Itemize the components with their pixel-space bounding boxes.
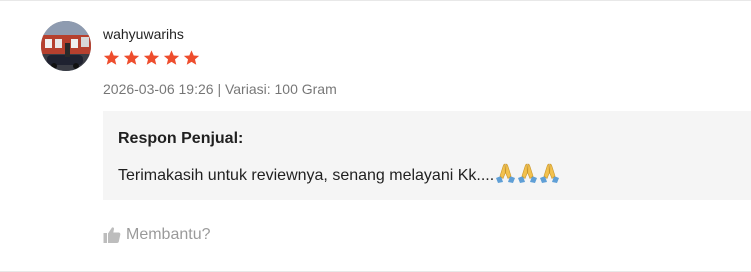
star-icon — [143, 50, 160, 65]
star-icon — [103, 50, 120, 65]
thumbs-up-icon — [103, 227, 121, 243]
review-variation: Variasi: 100 Gram — [224, 81, 337, 97]
star-icon — [123, 50, 140, 65]
seller-response: Respon Penjual: Terimakasih untuk review… — [103, 111, 751, 200]
reviewer-avatar[interactable] — [41, 21, 91, 71]
folded-hands-icon — [539, 163, 560, 183]
seller-response-title: Respon Penjual: — [118, 130, 244, 147]
star-icon — [183, 50, 200, 65]
helpful-label: Membantu? — [126, 226, 211, 243]
star-rating — [103, 49, 200, 69]
meta-separator: | — [217, 81, 222, 97]
folded-hands-icon — [495, 163, 516, 183]
review-meta: 2026-03-06 19:26 | Variasi: 100 Gram — [103, 80, 337, 98]
helpful-button[interactable]: Membantu? — [103, 225, 211, 245]
emoji-group — [494, 163, 560, 189]
star-icon — [163, 50, 180, 65]
review-date: 2026-03-06 19:26 — [103, 81, 214, 97]
product-review: wahyuwarihs 2026-03-06 19:26 | Variasi: … — [0, 0, 751, 272]
reviewer-name: wahyuwarihs — [103, 26, 184, 42]
seller-response-text-row: Terimakasih untuk reviewnya, senang mela… — [118, 163, 560, 189]
seller-response-text: Terimakasih untuk reviewnya, senang mela… — [118, 167, 495, 184]
folded-hands-icon — [517, 163, 538, 183]
